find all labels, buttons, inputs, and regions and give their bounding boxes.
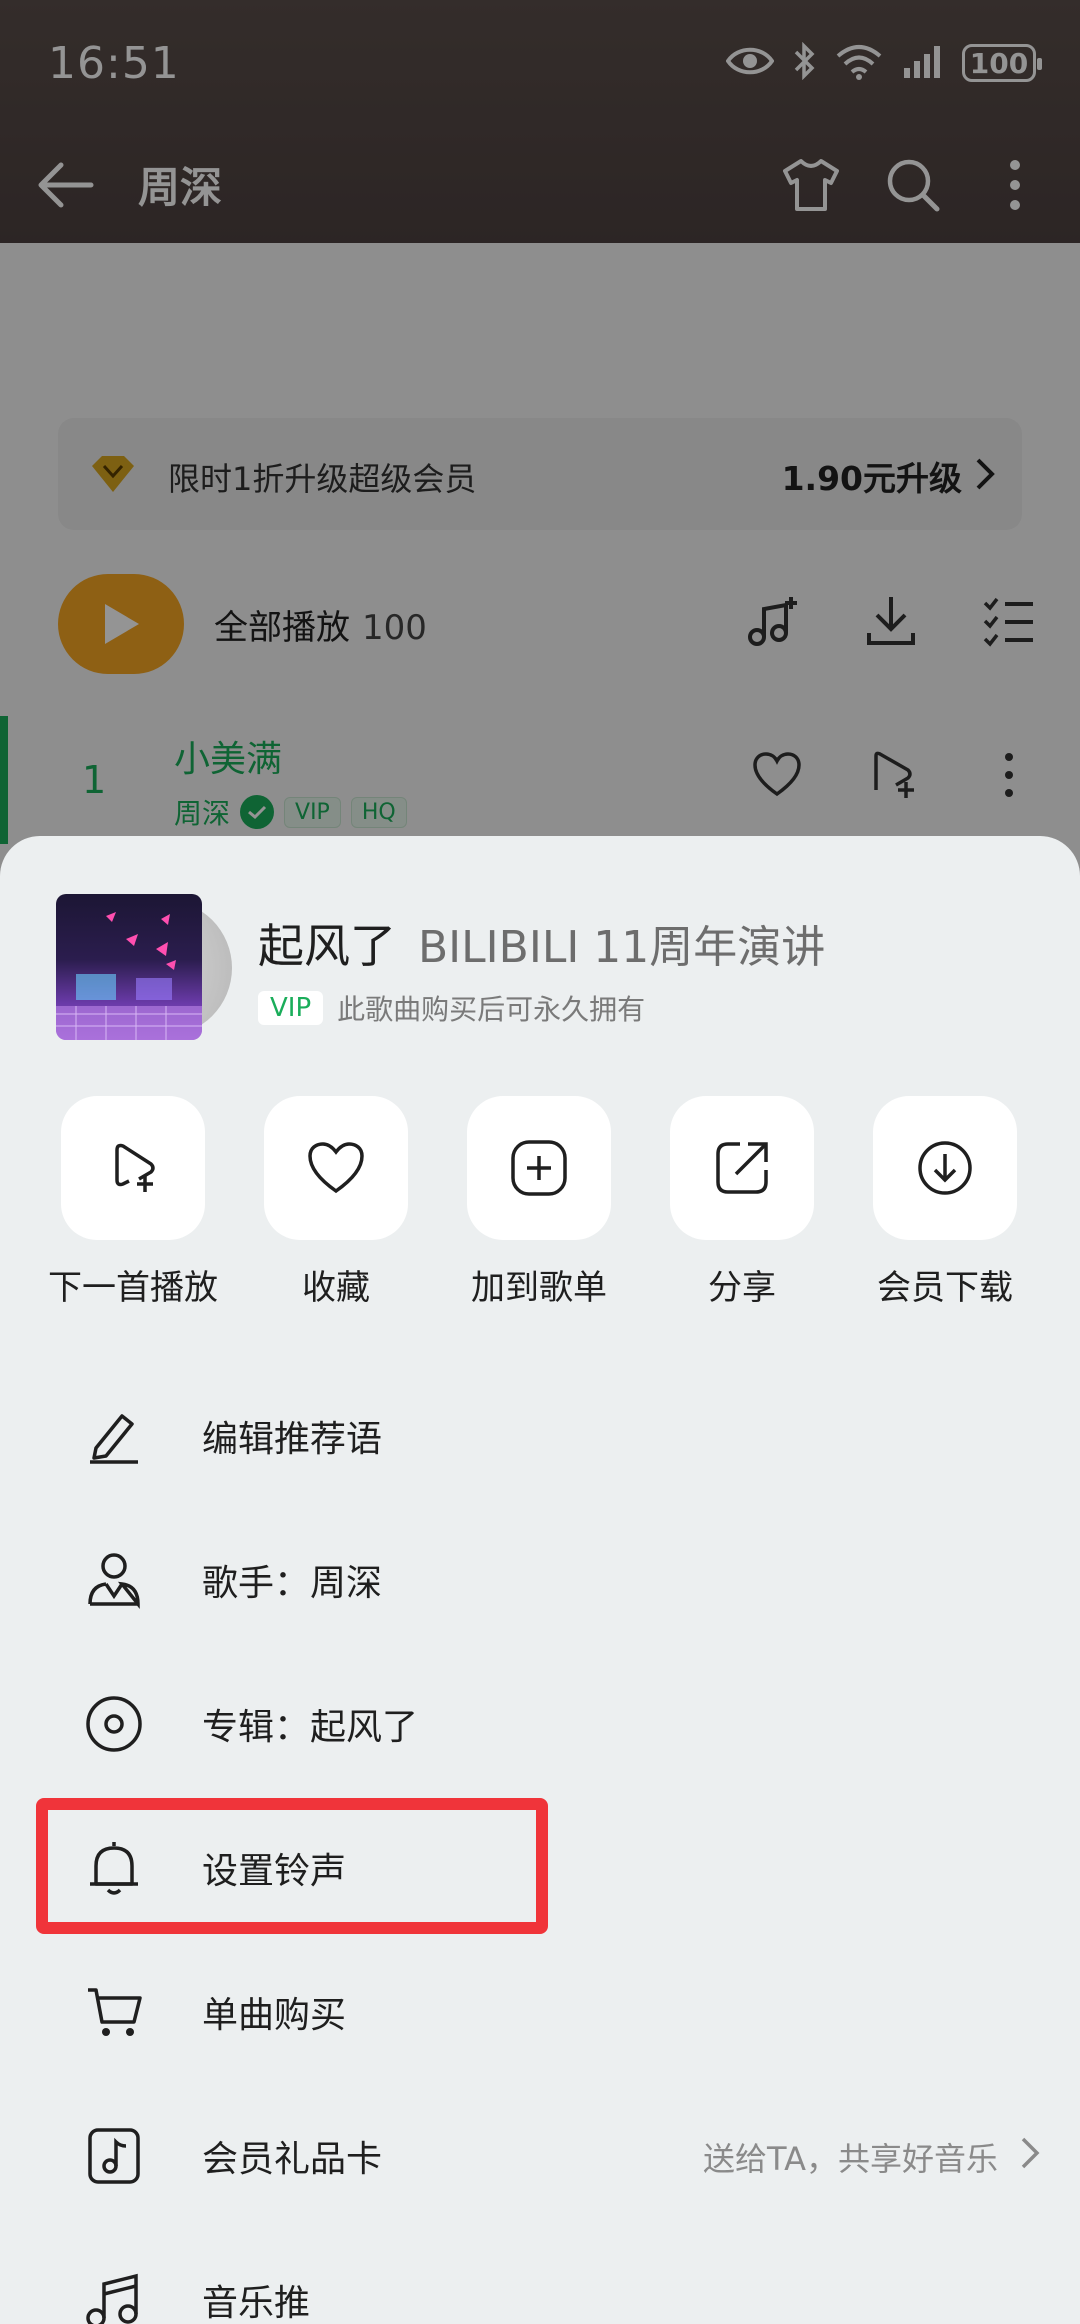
sheet-song-title: 起风了 BILIBILI 11周年演讲	[258, 910, 825, 976]
menu-item-label: 编辑推荐语	[202, 1419, 383, 1460]
action-vip-download[interactable]: 会员下载	[845, 1096, 1045, 1309]
menu-item-label: 专辑：起风了	[202, 1707, 419, 1748]
menu-item-music-push[interactable]: 音乐推	[0, 2226, 1080, 2324]
options-menu: 编辑推荐语 歌手：周深 专辑：起风了 设置铃声 单曲购买 会员礼品卡 送给TA，…	[0, 1362, 1080, 2324]
action-label: 加到歌单	[471, 1268, 607, 1308]
menu-item-set-ringtone[interactable]: 设置铃声	[0, 1794, 1080, 1938]
menu-item-label: 会员礼品卡	[202, 2139, 383, 2180]
download-icon	[918, 1141, 972, 1195]
menu-item-label: 单曲购买	[202, 1995, 347, 2036]
menu-item-label: 歌手：周深	[202, 1563, 383, 1604]
play-next-icon	[115, 1143, 155, 1192]
menu-item-gift-card[interactable]: 会员礼品卡 送给TA，共享好音乐	[0, 2082, 1080, 2226]
add-icon	[511, 1140, 567, 1196]
menu-item-singer[interactable]: 歌手：周深	[0, 1506, 1080, 1650]
gift-card-icon	[88, 2128, 140, 2184]
music-notes-icon	[86, 2273, 138, 2324]
sheet-song-name: 起风了	[258, 919, 396, 973]
vip-badge: VIP	[258, 991, 324, 1025]
quick-actions: 下一首播放 收藏 加到歌单 分享 会员下载	[0, 1096, 1080, 1316]
menu-item-label: 音乐推	[202, 2283, 311, 2324]
vip-note: 此歌曲购买后可永久拥有	[337, 993, 646, 1026]
album-disc-icon	[86, 1696, 142, 1752]
cart-icon	[88, 1988, 142, 2036]
action-label: 分享	[708, 1268, 776, 1308]
action-play-next[interactable]: 下一首播放	[33, 1096, 233, 1309]
share-icon	[716, 1142, 768, 1194]
album-cover	[56, 894, 202, 1040]
action-add-to-playlist[interactable]: 加到歌单	[439, 1096, 639, 1309]
chevron-right-icon	[1021, 2137, 1040, 2169]
menu-item-edit-recommendation[interactable]: 编辑推荐语	[0, 1362, 1080, 1506]
song-options-sheet: 起风了 BILIBILI 11周年演讲 VIP 此歌曲购买后可永久拥有 下一首播放…	[0, 836, 1080, 2324]
action-share[interactable]: 分享	[642, 1096, 842, 1309]
singer-icon	[88, 1553, 140, 1609]
menu-item-buy-single[interactable]: 单曲购买	[0, 1938, 1080, 2082]
vip-purchase-line: VIP 此歌曲购买后可永久拥有	[258, 988, 645, 1028]
action-label: 收藏	[302, 1268, 370, 1308]
sheet-song-subtitle: BILIBILI 11周年演讲	[418, 922, 826, 973]
action-favorite[interactable]: 收藏	[236, 1096, 436, 1309]
menu-item-label: 设置铃声	[202, 1851, 347, 1892]
action-label: 会员下载	[877, 1268, 1013, 1308]
gift-card-promo: 送给TA，共享好音乐	[703, 2140, 998, 2178]
pencil-icon	[90, 1414, 138, 1464]
menu-item-album[interactable]: 专辑：起风了	[0, 1650, 1080, 1794]
heart-icon	[308, 1142, 364, 1194]
action-label: 下一首播放	[48, 1268, 218, 1308]
bell-icon	[90, 1842, 138, 1895]
